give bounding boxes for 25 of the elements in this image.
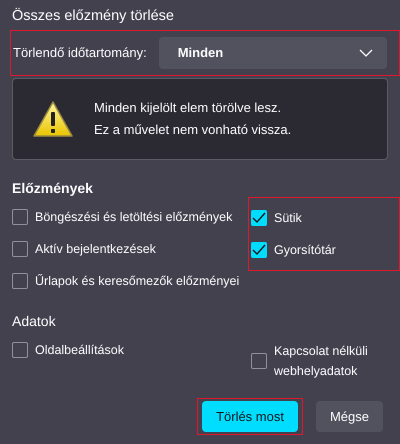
cancel-button[interactable]: Mégse xyxy=(316,401,383,432)
dialog-title: Összes előzmény törlése xyxy=(12,6,175,26)
checkbox[interactable] xyxy=(251,242,267,258)
section-heading: Adatok xyxy=(12,312,57,331)
checkbox-label[interactable]: Sütik xyxy=(274,208,384,228)
checkbox-label[interactable]: Gyorsítótár xyxy=(274,240,384,260)
checkbox[interactable] xyxy=(251,353,267,369)
checkbox-label[interactable]: Űrlapok és keresőmezők előzményei xyxy=(35,271,240,291)
time-range-dropdown[interactable]: Minden xyxy=(158,37,387,69)
checkbox-label[interactable]: Kapcsolat nélküli webhelyadatok xyxy=(274,341,384,381)
checkbox[interactable] xyxy=(12,241,28,257)
checkbox-label[interactable]: Aktív bejelentkezések xyxy=(35,239,156,259)
checkbox-label[interactable]: Böngészési és letöltési előzmények xyxy=(35,207,232,227)
checkbox[interactable] xyxy=(251,210,267,226)
time-range-label: Törlendő időtartomány: xyxy=(13,44,147,62)
warning-text: Minden kijelölt elem törölve lesz. xyxy=(94,99,282,117)
section-heading: Előzmények xyxy=(12,179,94,198)
checkbox[interactable] xyxy=(12,342,28,358)
warning-icon xyxy=(32,100,74,138)
warning-text: Ez a művelet nem vonható vissza. xyxy=(94,121,292,139)
checkbox[interactable] xyxy=(12,209,28,225)
checkbox[interactable] xyxy=(12,273,28,289)
clear-now-button[interactable]: Törlés most xyxy=(202,401,298,432)
chevron-icon xyxy=(359,49,373,57)
checkbox-label[interactable]: Oldalbeállítások xyxy=(35,340,124,360)
